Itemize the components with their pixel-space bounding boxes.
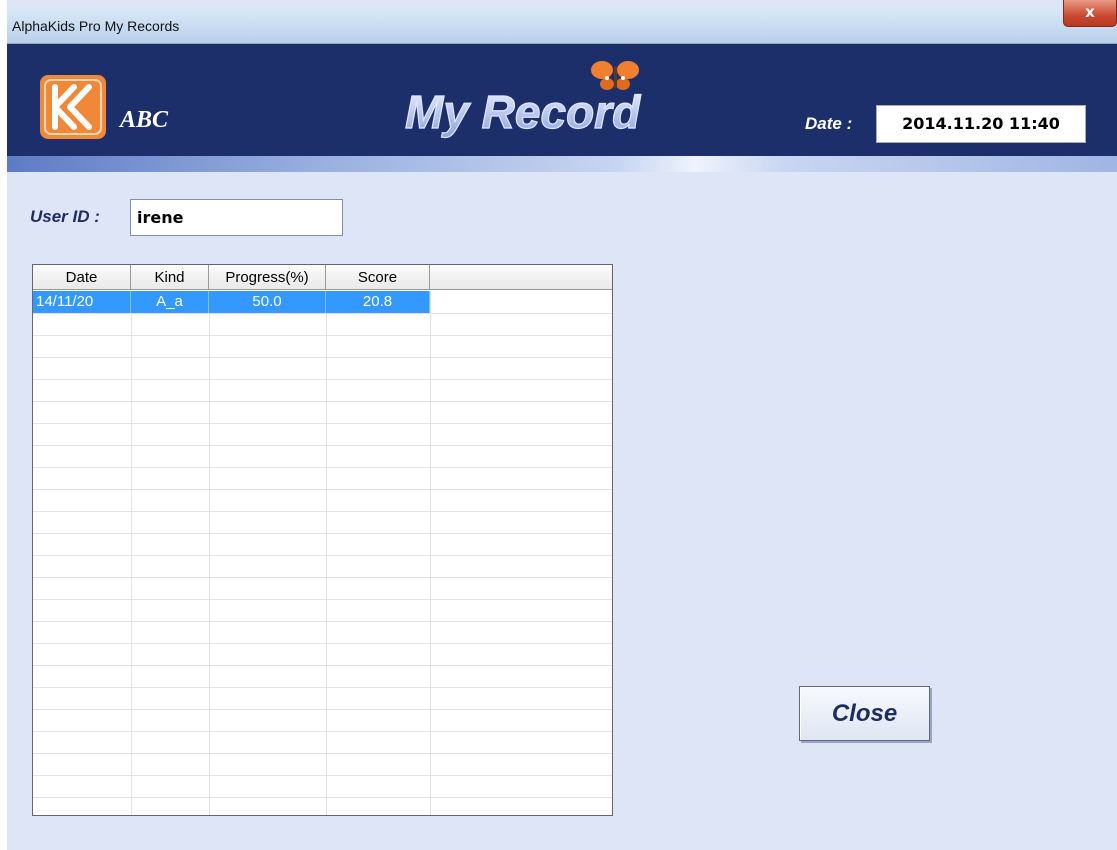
grid-column-line xyxy=(131,291,132,815)
cell-kind: A_a xyxy=(131,291,209,313)
cell-progress: 50.0 xyxy=(209,291,326,313)
grid-row-line xyxy=(33,599,612,600)
grid-row-line xyxy=(33,423,612,424)
grid-row-line xyxy=(33,445,612,446)
column-header-score[interactable]: Score xyxy=(326,265,430,290)
close-button[interactable]: Close xyxy=(799,686,930,741)
grid-row-line xyxy=(33,775,612,776)
date-value: 2014.11.20 11:40 xyxy=(876,105,1086,143)
table-header: Date Kind Progress(%) Score xyxy=(33,265,612,290)
grid-row-line xyxy=(33,357,612,358)
table-body: 14/11/20 A_a 50.0 20.8 xyxy=(33,291,612,815)
grid-column-line xyxy=(326,291,327,815)
grid-column-line xyxy=(430,291,431,815)
user-id-field[interactable]: irene xyxy=(130,199,343,236)
column-header-kind[interactable]: Kind xyxy=(131,265,209,290)
grid-row-line xyxy=(33,753,612,754)
app-logo xyxy=(40,75,106,139)
grid-row-line xyxy=(33,489,612,490)
grid-row-line xyxy=(33,511,612,512)
grid-row-line xyxy=(33,313,612,314)
banner-strip xyxy=(7,156,1117,172)
grid-row-line xyxy=(33,709,612,710)
grid-row-line xyxy=(33,731,612,732)
app-window: AlphaKids Pro My Records x ABC My Record… xyxy=(7,0,1117,850)
grid-column-line xyxy=(209,291,210,815)
column-header-empty xyxy=(430,265,612,290)
banner-title-text: My Record xyxy=(405,86,641,138)
column-header-progress[interactable]: Progress(%) xyxy=(209,265,326,290)
cell-date: 14/11/20 xyxy=(33,291,131,313)
grid-row-line xyxy=(33,467,612,468)
window-close-button[interactable]: x xyxy=(1063,0,1117,27)
grid-row-line xyxy=(33,643,612,644)
grid-row-line xyxy=(33,797,612,798)
grid-row-line xyxy=(33,379,612,380)
cell-score: 20.8 xyxy=(326,291,430,313)
grid-row-line xyxy=(33,577,612,578)
window-title: AlphaKids Pro My Records xyxy=(12,18,180,34)
grid-row-line xyxy=(33,335,612,336)
title-bar[interactable]: AlphaKids Pro My Records x xyxy=(7,0,1117,44)
banner-title: My Record xyxy=(404,61,642,139)
grid-row-line xyxy=(33,621,612,622)
grid-row-line xyxy=(33,665,612,666)
header-banner: ABC My Record Date : 2014.11.20 11:40 xyxy=(7,44,1117,156)
grid-row-line xyxy=(33,533,612,534)
brand-text: ABC xyxy=(120,107,169,133)
grid-row-line xyxy=(33,555,612,556)
table-row[interactable]: 14/11/20 A_a 50.0 20.8 xyxy=(33,291,430,313)
user-id-label: User ID : xyxy=(30,207,100,226)
date-label: Date : xyxy=(805,114,853,133)
grid-row-line xyxy=(33,401,612,402)
column-header-date[interactable]: Date xyxy=(33,265,131,290)
grid-row-line xyxy=(33,687,612,688)
records-table[interactable]: Date Kind Progress(%) Score 14/11/20 A_a… xyxy=(32,264,613,816)
